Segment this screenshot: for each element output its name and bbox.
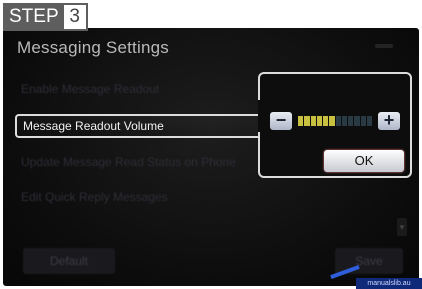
menu-item-readout-volume[interactable]: Message Readout Volume <box>15 114 258 138</box>
volume-plus-button[interactable]: + <box>378 111 400 130</box>
volume-level-segment <box>310 116 316 126</box>
volume-minus-button[interactable]: − <box>270 111 292 130</box>
menu-item-label: Message Readout Volume <box>23 119 164 133</box>
volume-level-segment <box>323 116 329 126</box>
ok-button[interactable]: OK <box>324 150 404 172</box>
volume-level-segment <box>341 116 347 126</box>
volume-level-segment <box>354 116 360 126</box>
step-number: 3 <box>63 5 86 29</box>
volume-level-segment <box>329 116 335 126</box>
messaging-settings-screen: Messaging Settings Enable Message Readou… <box>3 28 419 286</box>
default-button[interactable]: Default <box>23 248 115 274</box>
volume-level-segment <box>335 116 341 126</box>
menu-item-label: Enable Message Readout <box>21 82 160 96</box>
step-label: STEP <box>9 6 59 27</box>
menu-item-enable-readout[interactable]: Enable Message Readout <box>15 77 258 101</box>
volume-level-segment <box>366 116 372 126</box>
volume-level-segment <box>360 116 366 126</box>
volume-level-segment <box>348 116 354 126</box>
watermark: manualslib.au <box>356 278 422 289</box>
volume-level-segment <box>304 116 310 126</box>
volume-level-segment <box>316 116 322 126</box>
menu-item-quick-reply[interactable]: Edit Quick Reply Messages <box>15 185 258 209</box>
scroll-down-icon[interactable]: ▾ <box>397 218 407 236</box>
menu-item-label: Update Message Read Status on Phone <box>21 155 236 169</box>
volume-popup: − + OK <box>258 72 412 178</box>
volume-level-bar <box>298 116 372 126</box>
popup-connector <box>258 100 261 132</box>
volume-level-segment <box>298 116 304 126</box>
step-badge: STEP 3 <box>3 3 88 31</box>
status-icon <box>375 44 393 48</box>
screen-title: Messaging Settings <box>17 38 169 57</box>
menu-item-update-read-status[interactable]: Update Message Read Status on Phone <box>15 150 258 174</box>
menu-item-label: Edit Quick Reply Messages <box>21 190 168 204</box>
